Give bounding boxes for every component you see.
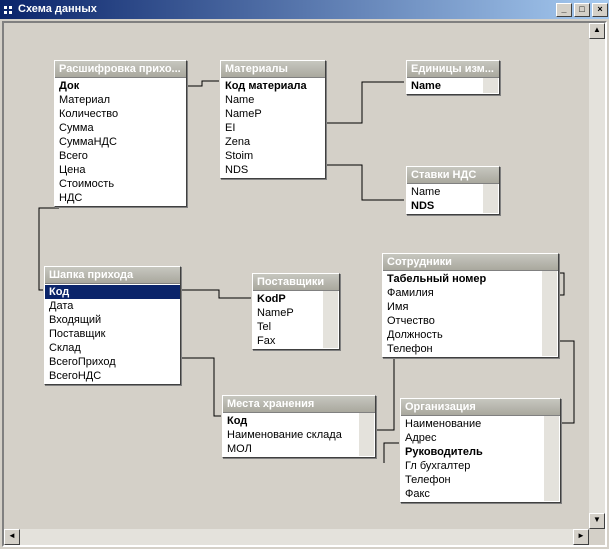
table-title: Организация [401,399,560,416]
table-edinicy[interactable]: Единицы изм... Name [406,60,500,95]
horizontal-scrollbar[interactable]: ◄ ► [4,529,589,545]
table-field[interactable]: ВсегоПриход [45,355,180,369]
table-organizacia[interactable]: Организация Наименование Адрес Руководит… [400,398,561,503]
table-field[interactable]: Входящий [45,313,180,327]
table-title: Сотрудники [383,254,558,271]
table-field[interactable]: Name [221,93,325,107]
table-scrollbar[interactable] [483,184,498,213]
field-list: Код Дата Входящий Поставщик Склад ВсегоП… [45,284,180,384]
table-field[interactable]: Наименование склада [223,428,360,442]
table-title: Единицы изм... [407,61,499,78]
table-title: Поставщики [253,274,339,291]
table-title: Шапка прихода [45,267,180,284]
table-field[interactable]: Должность [383,328,543,342]
table-field[interactable]: Fax [253,334,324,348]
table-field[interactable]: Фамилия [383,286,543,300]
scrollbar-corner [589,529,605,545]
table-scrollbar[interactable] [544,416,559,501]
titlebar[interactable]: Схема данных _ □ × [0,0,609,19]
table-scrollbar[interactable] [483,78,498,93]
table-shapka[interactable]: Шапка прихода Код Дата Входящий Поставщи… [44,266,181,385]
table-rasshifrovka[interactable]: Расшифровка прихо... Док Материал Количе… [54,60,187,207]
table-field[interactable]: СуммаНДС [55,135,186,149]
table-field[interactable]: Код [45,285,180,299]
scroll-left-button[interactable]: ◄ [4,529,20,545]
table-materialy[interactable]: Материалы Код материала Name NameP EI Ze… [220,60,326,179]
table-field[interactable]: Телефон [401,473,545,487]
vertical-scrollbar[interactable]: ▲ ▼ [589,23,605,529]
table-field[interactable]: Док [55,79,186,93]
maximize-button[interactable]: □ [574,3,590,17]
field-list: Док Материал Количество Сумма СуммаНДС В… [55,78,186,206]
table-field[interactable]: Руководитель [401,445,545,459]
table-field[interactable]: Name [407,79,484,93]
table-field[interactable]: МОЛ [223,442,360,456]
table-field[interactable]: Табельный номер [383,272,543,286]
table-field[interactable]: Факс [401,487,545,501]
table-field[interactable]: Tel [253,320,324,334]
table-field[interactable]: Телефон [383,342,543,356]
table-field[interactable]: Stoim [221,149,325,163]
field-list: Наименование Адрес Руководитель Гл бухга… [401,416,560,502]
relationships-window: Схема данных _ □ × [0,0,609,549]
table-field[interactable]: NDS [221,163,325,177]
window-icon [4,5,14,15]
table-scrollbar[interactable] [359,413,374,456]
table-field[interactable]: NameP [221,107,325,121]
scroll-down-button[interactable]: ▼ [589,513,605,529]
table-title: Материалы [221,61,325,78]
table-field[interactable]: Поставщик [45,327,180,341]
field-list: Код материала Name NameP EI Zena Stoim N… [221,78,325,178]
table-mesta[interactable]: Места хранения Код Наименование склада М… [222,395,376,458]
table-sotrudniki[interactable]: Сотрудники Табельный номер Фамилия Имя О… [382,253,559,358]
diagram-canvas[interactable]: Расшифровка прихо... Док Материал Количе… [4,23,589,529]
table-scrollbar[interactable] [542,271,557,356]
table-field[interactable]: Дата [45,299,180,313]
table-field[interactable]: Стоимость [55,177,186,191]
client-area: Расшифровка прихо... Док Материал Количе… [2,21,607,547]
table-scrollbar[interactable] [323,291,338,348]
table-field[interactable]: Сумма [55,121,186,135]
table-field[interactable]: Адрес [401,431,545,445]
table-field[interactable]: ВсегоНДС [45,369,180,383]
table-field[interactable]: Код материала [221,79,325,93]
window-title: Схема данных [18,0,97,19]
table-field[interactable]: НДС [55,191,186,205]
field-list: Табельный номер Фамилия Имя Отчество Дол… [383,271,558,357]
table-field[interactable]: Имя [383,300,543,314]
scroll-up-button[interactable]: ▲ [589,23,605,39]
table-field[interactable]: Отчество [383,314,543,328]
table-title: Расшифровка прихо... [55,61,186,78]
table-title: Ставки НДС [407,167,499,184]
table-field[interactable]: Наименование [401,417,545,431]
table-field[interactable]: Материал [55,93,186,107]
table-field[interactable]: NameP [253,306,324,320]
table-field[interactable]: NDS [407,199,484,213]
table-field[interactable]: Склад [45,341,180,355]
table-field[interactable]: EI [221,121,325,135]
minimize-button[interactable]: _ [556,3,572,17]
table-title: Места хранения [223,396,375,413]
table-field[interactable]: Zena [221,135,325,149]
table-field[interactable]: Всего [55,149,186,163]
table-field[interactable]: Гл бухгалтер [401,459,545,473]
table-postavshiki[interactable]: Поставщики KodP NameP Tel Fax [252,273,340,350]
table-field[interactable]: Цена [55,163,186,177]
close-button[interactable]: × [592,3,608,17]
table-field[interactable]: Код [223,414,360,428]
scroll-right-button[interactable]: ► [573,529,589,545]
table-field[interactable]: Name [407,185,484,199]
field-list: Код Наименование склада МОЛ [223,413,375,457]
table-field[interactable]: KodP [253,292,324,306]
table-field[interactable]: Количество [55,107,186,121]
table-stavki[interactable]: Ставки НДС Name NDS [406,166,500,215]
